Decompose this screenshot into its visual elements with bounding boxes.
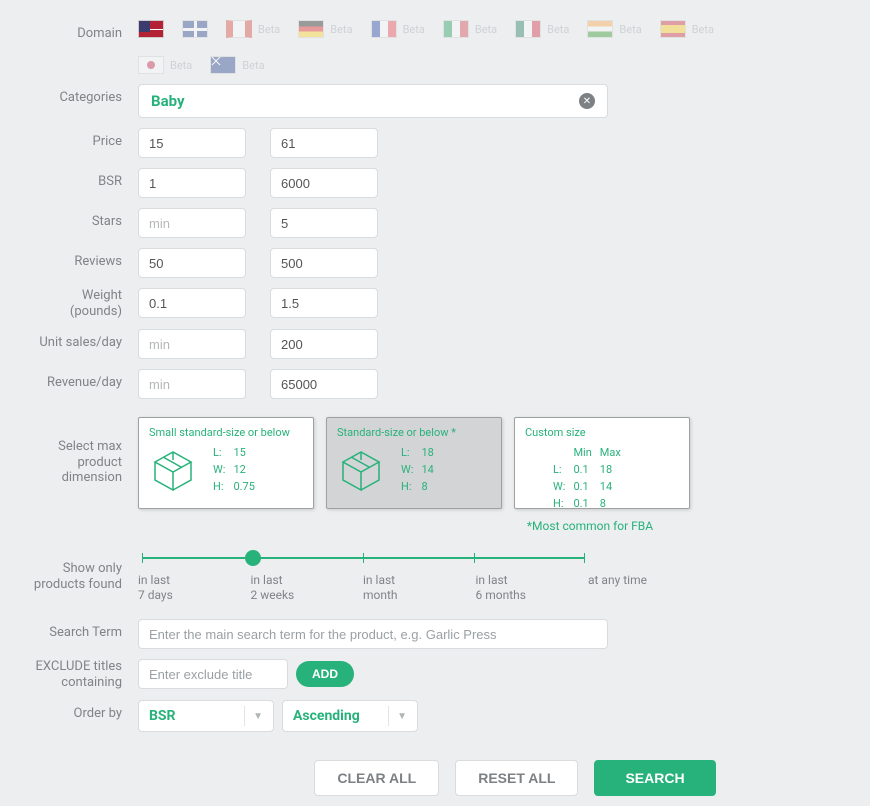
beta-badge: Beta xyxy=(258,23,280,36)
unit-sales-max-input[interactable] xyxy=(270,329,378,359)
ca-flag-icon xyxy=(226,20,252,38)
stars-label: Stars xyxy=(18,208,138,229)
domain-label: Domain xyxy=(18,20,138,41)
price-label: Price xyxy=(18,128,138,149)
categories-value: Baby xyxy=(151,92,185,110)
in-flag-icon xyxy=(587,20,613,38)
search-term-input[interactable] xyxy=(138,619,608,649)
dimension-footnote: *Most common for FBA xyxy=(328,519,852,533)
reviews-label: Reviews xyxy=(18,248,138,269)
weight-min-input[interactable] xyxy=(138,288,246,318)
revenue-max-input[interactable] xyxy=(270,369,378,399)
reviews-min-input[interactable] xyxy=(138,248,246,278)
add-exclude-button[interactable]: ADD xyxy=(296,661,354,687)
flag-in[interactable]: Beta xyxy=(587,20,641,38)
revenue-min-input[interactable] xyxy=(138,369,246,399)
slider-handle[interactable] xyxy=(245,550,261,566)
flag-fr[interactable]: Beta xyxy=(371,20,425,38)
unit-sales-label: Unit sales/day xyxy=(18,329,138,350)
beta-badge: Beta xyxy=(242,59,264,72)
dimension-card-title: Custom size xyxy=(525,426,679,439)
stars-min-input[interactable] xyxy=(138,208,246,238)
price-max-input[interactable] xyxy=(270,128,378,158)
time-slider[interactable]: in last 7 days in last 2 weeks in last m… xyxy=(138,557,588,603)
mx-flag-icon xyxy=(515,20,541,38)
search-button[interactable]: SEARCH xyxy=(594,760,715,796)
reviews-max-input[interactable] xyxy=(270,248,378,278)
order-by-field-select[interactable]: BSR ▼ xyxy=(138,700,274,732)
bsr-label: BSR xyxy=(18,168,138,189)
chevron-down-icon: ▼ xyxy=(253,711,263,722)
order-by-direction-value: Ascending xyxy=(293,708,360,724)
price-min-input[interactable] xyxy=(138,128,246,158)
jp-flag-icon xyxy=(138,56,164,74)
dimension-values: L:15 W:12 H:0.75 xyxy=(211,443,263,496)
au-flag-icon xyxy=(210,56,236,74)
dimension-card-custom[interactable]: Custom size MinMax L:0.118 W:0.114 H:0.1… xyxy=(514,417,690,509)
clear-category-icon[interactable]: ✕ xyxy=(579,93,595,109)
flag-ca[interactable]: Beta xyxy=(226,20,280,38)
dimension-card-standard[interactable]: Standard-size or below * L:18 W:14 H:8 xyxy=(326,417,502,509)
reset-all-button[interactable]: RESET ALL xyxy=(455,760,578,796)
us-flag-icon xyxy=(138,20,164,38)
beta-badge: Beta xyxy=(692,23,714,36)
beta-badge: Beta xyxy=(547,23,569,36)
de-flag-icon xyxy=(298,20,324,38)
uk-flag-icon xyxy=(182,20,208,38)
dimension-card-title: Standard-size or below * xyxy=(337,426,491,439)
revenue-label: Revenue/day xyxy=(18,369,138,390)
flag-us[interactable] xyxy=(138,20,164,38)
flag-it[interactable]: Beta xyxy=(443,20,497,38)
order-by-direction-select[interactable]: Ascending ▼ xyxy=(282,700,418,732)
beta-badge: Beta xyxy=(475,23,497,36)
dimension-card-title: Small standard-size or below xyxy=(149,426,303,439)
max-dimension-label: Select max product dimension xyxy=(18,417,138,486)
order-by-label: Order by xyxy=(18,700,138,721)
it-flag-icon xyxy=(443,20,469,38)
exclude-label: EXCLUDE titles containing xyxy=(18,659,138,690)
dimension-values: L:18 W:14 H:8 xyxy=(399,443,442,496)
dimension-values: MinMax L:0.118 W:0.114 H:0.18 xyxy=(551,443,629,513)
bsr-min-input[interactable] xyxy=(138,168,246,198)
exclude-title-input[interactable] xyxy=(138,659,288,689)
show-only-label: Show only products found xyxy=(18,547,138,592)
es-flag-icon xyxy=(660,20,686,38)
box-icon xyxy=(337,446,385,494)
weight-label: Weight (pounds) xyxy=(18,288,138,319)
domain-flags: Beta Beta Beta Beta Beta Beta Beta xyxy=(138,20,714,38)
categories-input[interactable]: Baby ✕ xyxy=(138,84,608,118)
beta-badge: Beta xyxy=(170,59,192,72)
bsr-max-input[interactable] xyxy=(270,168,378,198)
beta-badge: Beta xyxy=(619,23,641,36)
flag-de[interactable]: Beta xyxy=(298,20,352,38)
box-icon xyxy=(149,446,197,494)
search-term-label: Search Term xyxy=(18,619,138,640)
flag-au[interactable]: Beta xyxy=(210,56,264,74)
weight-max-input[interactable] xyxy=(270,288,378,318)
categories-label: Categories xyxy=(18,84,138,105)
stars-max-input[interactable] xyxy=(270,208,378,238)
order-by-field-value: BSR xyxy=(149,708,176,724)
beta-badge: Beta xyxy=(330,23,352,36)
flag-es[interactable]: Beta xyxy=(660,20,714,38)
flag-jp[interactable]: Beta xyxy=(138,56,192,74)
unit-sales-min-input[interactable] xyxy=(138,329,246,359)
dimension-card-small[interactable]: Small standard-size or below L:15 W:12 H… xyxy=(138,417,314,509)
slider-labels: in last 7 days in last 2 weeks in last m… xyxy=(138,573,588,603)
clear-all-button[interactable]: CLEAR ALL xyxy=(314,760,439,796)
flag-uk[interactable] xyxy=(182,20,208,38)
chevron-down-icon: ▼ xyxy=(397,711,407,722)
flag-mx[interactable]: Beta xyxy=(515,20,569,38)
fr-flag-icon xyxy=(371,20,397,38)
beta-badge: Beta xyxy=(403,23,425,36)
